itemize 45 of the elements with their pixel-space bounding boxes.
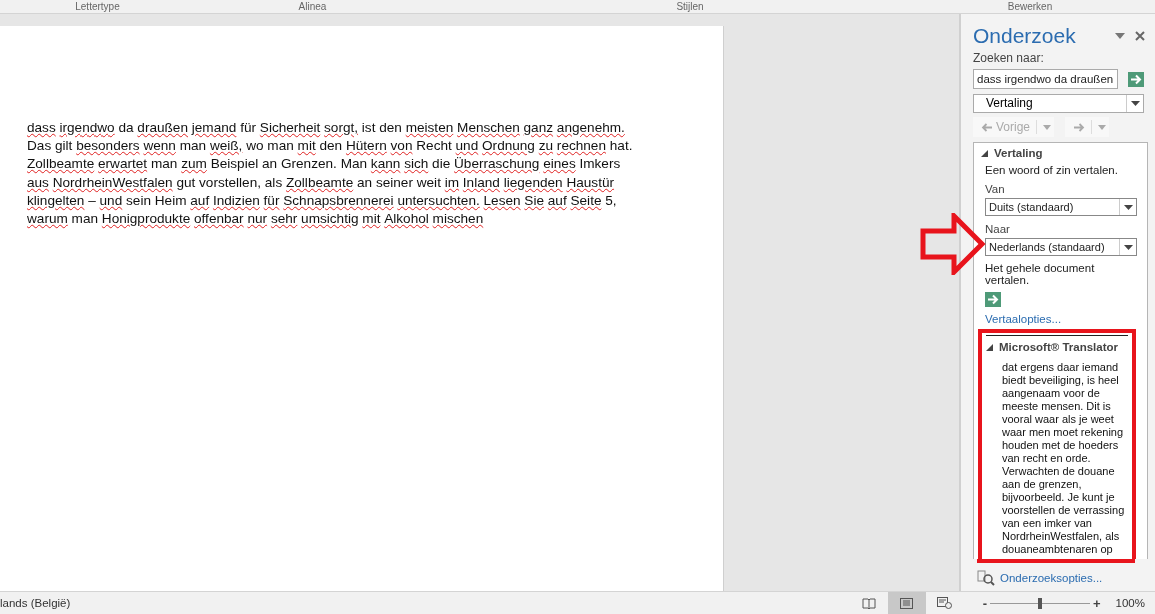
expand-triangle-icon[interactable] [981, 149, 988, 157]
whole-document-text: Het gehele document vertalen. [985, 262, 1096, 286]
research-options-link[interactable]: Onderzoeksopties... [1000, 572, 1103, 584]
from-label: Van [985, 183, 1006, 195]
to-label: Naar [985, 223, 1011, 235]
print-layout-button[interactable] [887, 592, 926, 614]
expand-triangle-icon[interactable] [986, 343, 993, 351]
caret-icon [1043, 124, 1052, 130]
hint-text: Een woord of zin vertalen. [985, 164, 1119, 176]
arrow-right-icon[interactable] [985, 292, 1001, 307]
section-heading: Vertaling [994, 147, 1043, 159]
caret-icon [1123, 244, 1133, 250]
zoom-out-button[interactable]: - [979, 595, 990, 611]
magnifier-icon [977, 570, 995, 586]
close-icon[interactable] [1135, 31, 1145, 41]
zoom-slider-thumb[interactable] [1038, 598, 1042, 609]
pane-title: Onderzoek [973, 24, 1077, 48]
ribbon-group-label: Lettertype [75, 0, 120, 13]
page-icon [900, 597, 914, 609]
to-language-dropdown[interactable]: Nederlands (standaard) [985, 238, 1137, 256]
ribbon-group-label: Bewerken [1007, 0, 1053, 13]
annotation-arrow [920, 213, 986, 275]
caret-icon [1130, 101, 1140, 106]
from-language-dropdown[interactable]: Duits (standaard) [985, 198, 1137, 216]
ribbon-group-label: Alinea [298, 0, 327, 13]
zoom-percentage[interactable]: 100% [1115, 597, 1145, 609]
caret-icon [1098, 124, 1107, 130]
zoom-in-button[interactable]: + [1090, 595, 1104, 611]
caret-icon [1123, 204, 1133, 210]
search-label: Zoeken naar: [973, 51, 1045, 65]
dropdown-caret-icon[interactable] [1115, 33, 1125, 39]
book-icon [861, 597, 876, 609]
search-field[interactable]: dass irgendwo da draußen [973, 69, 1118, 89]
translation-options-link[interactable]: Vertaalopties... [985, 313, 1147, 325]
ribbon-group-label: Stijlen [676, 0, 704, 13]
web-page-icon [937, 597, 953, 609]
document-paragraph: dass irgendwo da draußen jemand für Sicherheit sorgt, ist den meisten Menschen ganz angenehm. Das gilt besonders wenn man weiß, wo man mit den Hütern von Recht und Ordnung zu rechnen hat. Zollbeamte erwartet man zum Beispiel an Grenzen. Man kann sich die Überraschung eines Imkers aus NordrheinWestfalen gut vorstellen, als Zollbeamte an seiner weit im Inland liegenden Haustür klingelten – und sein Heim auf Indizien für Schnapsbrennerei untersuchten. Lesen Sie auf Seite 5, warum man Honigprodukte offenbar nur sehr umsichtig mit Alkohol mischen [27, 119, 634, 228]
section-heading: Microsoft® Translator [999, 341, 1119, 353]
arrow-right-icon[interactable] [1128, 71, 1144, 87]
zoom-slider[interactable] [990, 596, 1090, 610]
language-status[interactable]: lands (België) [0, 597, 850, 609]
translation-result-text: dat ergens daar iemand biedt beveiliging, is heel aangenaam voor de meeste mensen. Dit is vooral waar als je weet waar men moet rekening houden met de hoeders van recht en orde. Verwachten de douane aan de grenzen, bijvoorbeeld. Je kunt je voorstellen de verrassing van een imker van NordrheinWestfalen, als douaneambtenaren op [1002, 361, 1126, 556]
arrow-right-icon [1073, 122, 1086, 132]
service-dropdown[interactable]: Vertaling [973, 94, 1144, 113]
arrow-left-icon [981, 122, 993, 132]
